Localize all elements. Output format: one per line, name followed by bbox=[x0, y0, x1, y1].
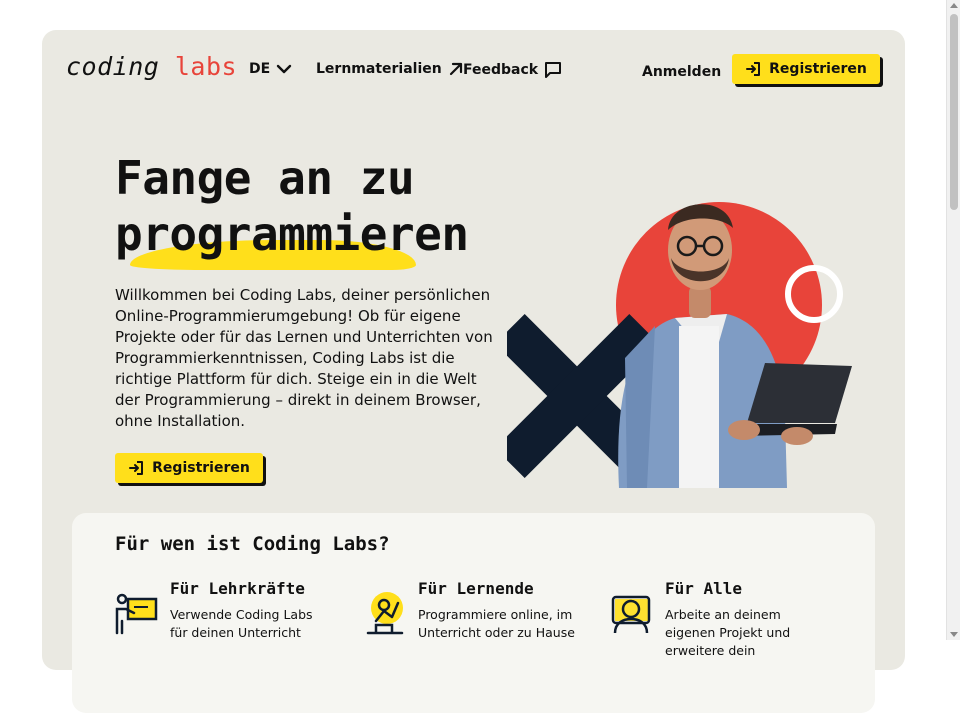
page-container: coding labs DE Lernmaterialien Feedback … bbox=[42, 30, 905, 713]
audience-item-text: Verwende Coding Labs für deinen Unterric… bbox=[170, 607, 313, 640]
audience-item-teachers: Für Lehrkräfte Verwende Coding Labs für … bbox=[114, 579, 334, 659]
register-button-header[interactable]: Registrieren bbox=[732, 54, 880, 84]
nav-materials-label: Lernmaterialien bbox=[316, 61, 442, 77]
hero-cta-label: Registrieren bbox=[152, 460, 250, 476]
logo[interactable]: coding labs bbox=[66, 52, 237, 81]
logo-text-labs: labs bbox=[174, 52, 238, 81]
hero-illustration bbox=[507, 202, 852, 488]
person-icon bbox=[611, 595, 651, 634]
audience-item-title: Für Alle bbox=[665, 579, 743, 598]
logo-text-coding: coding bbox=[66, 52, 160, 81]
login-arrow-icon bbox=[746, 62, 761, 76]
scrollbar-thumb[interactable] bbox=[950, 14, 958, 210]
hero-title: Fange an zu programmieren bbox=[115, 150, 469, 262]
audience-item-text: Programmiere online, im Unterricht oder … bbox=[418, 607, 575, 640]
nav-feedback[interactable]: Feedback bbox=[463, 61, 562, 79]
login-arrow-icon bbox=[129, 461, 144, 475]
learner-icon bbox=[366, 592, 404, 635]
teacher-icon bbox=[115, 593, 158, 635]
scroll-down-arrow-icon[interactable] bbox=[950, 632, 958, 637]
audience-card: Für wen ist Coding Labs? Für Lehrkräfte … bbox=[72, 513, 875, 713]
audience-title: Für wen ist Coding Labs? bbox=[115, 533, 390, 555]
audience-item-everyone: Für Alle Arbeite an deinem eigenen Proje… bbox=[609, 579, 829, 659]
hero-description: Willkommen bei Coding Labs, deiner persö… bbox=[115, 286, 493, 430]
register-button-hero[interactable]: Registrieren bbox=[115, 453, 263, 483]
audience-item-learners: Für Lernende Programmiere online, im Unt… bbox=[362, 579, 582, 659]
chat-bubble-icon bbox=[545, 62, 562, 78]
audience-item-title: Für Lernende bbox=[418, 579, 534, 598]
login-link[interactable]: Anmelden bbox=[642, 64, 721, 80]
chevron-down-icon bbox=[276, 64, 292, 74]
external-arrow-icon bbox=[449, 62, 462, 76]
nav-feedback-label: Feedback bbox=[463, 62, 539, 78]
audience-item-title: Für Lehrkräfte bbox=[170, 579, 305, 598]
hero-title-line-1: Fange an zu bbox=[115, 151, 415, 205]
register-button-label: Registrieren bbox=[769, 61, 867, 77]
nav-learning-materials[interactable]: Lernmaterialien bbox=[316, 61, 464, 77]
page-scrollbar[interactable] bbox=[946, 0, 960, 640]
audience-item-text: Arbeite an deinem eigenen Projekt und er… bbox=[665, 607, 791, 658]
hero-title-line-2: programmieren bbox=[115, 207, 469, 261]
language-label: DE bbox=[249, 61, 271, 77]
scroll-up-arrow-icon[interactable] bbox=[950, 3, 958, 8]
language-selector[interactable]: DE bbox=[249, 61, 292, 77]
